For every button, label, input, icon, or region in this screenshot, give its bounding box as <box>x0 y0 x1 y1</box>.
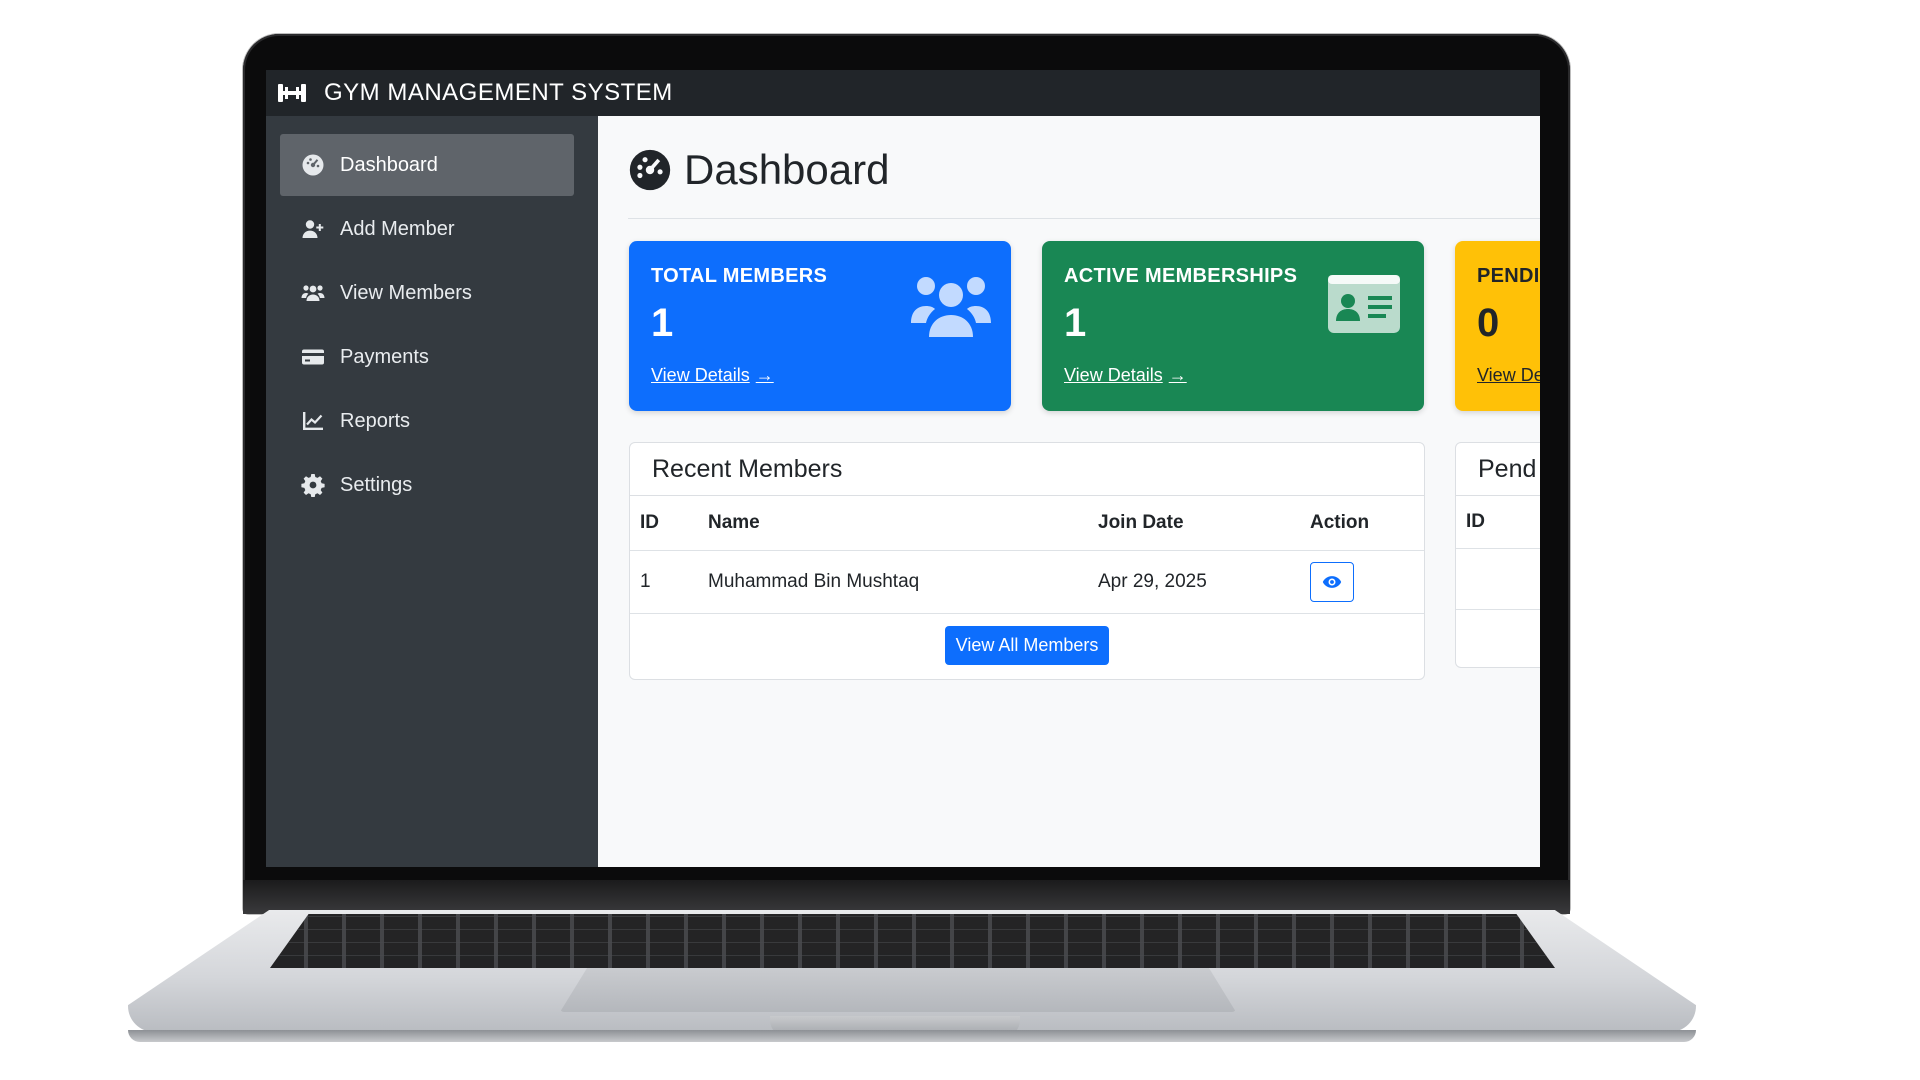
card-value: 1 <box>1064 301 1087 345</box>
card-total-members: TOTAL MEMBERS 1 View Details → <box>629 241 1011 411</box>
table-row <box>1456 549 1540 610</box>
dashboard-gauge-icon <box>629 149 671 191</box>
eye-icon <box>1322 576 1342 588</box>
column-header-id: ID <box>630 496 707 551</box>
arrow-right-icon: → <box>1168 365 1187 385</box>
users-icon <box>911 277 991 337</box>
card-active-memberships: ACTIVE MEMBERSHIPS 1 View Details → <box>1042 241 1424 411</box>
column-header-join-date: Join Date <box>1097 496 1309 551</box>
laptop-hinge <box>243 880 1570 914</box>
member-join-date: Apr 29, 2025 <box>1097 550 1309 614</box>
column-header-action: Action <box>1309 496 1424 551</box>
column-header-id: ID <box>1456 496 1540 549</box>
sidebar-item-label: Payments <box>340 345 429 368</box>
sidebar-item-add-member[interactable]: Add Member <box>280 198 574 260</box>
view-details-link[interactable]: View Details → <box>1064 365 1187 386</box>
page-title-text: Dashboard <box>684 146 890 193</box>
link-label: View Details <box>1064 365 1163 385</box>
link-label: View De <box>1477 365 1540 385</box>
member-id: 1 <box>630 550 707 614</box>
users-icon <box>300 280 326 306</box>
sidebar-item-label: Settings <box>340 473 413 496</box>
panel-title: Recent Members <box>630 443 1424 496</box>
dashboard-gauge-icon <box>300 152 326 178</box>
sidebar: Dashboard Add Member View Members Paymen… <box>266 116 598 867</box>
card-label: TOTAL MEMBERS <box>651 265 828 287</box>
card-label: PENDI <box>1477 265 1540 287</box>
recent-members-panel: Recent Members ID Name Join Date Action … <box>629 442 1425 680</box>
view-details-link[interactable]: View De <box>1477 365 1540 386</box>
dumbbell-icon <box>276 83 308 103</box>
trackpad <box>560 968 1236 1012</box>
sidebar-item-view-members[interactable]: View Members <box>280 262 574 324</box>
brand-title[interactable]: GYM MANAGEMENT SYSTEM <box>324 79 673 107</box>
title-divider <box>628 218 1540 219</box>
sidebar-item-label: Dashboard <box>340 153 438 176</box>
card-value: 1 <box>651 301 674 345</box>
keyboard-rows <box>270 914 1555 968</box>
link-label: View Details <box>651 365 750 385</box>
view-all-container: View All Members <box>630 614 1424 665</box>
page-title: Dashboard <box>628 146 889 194</box>
pending-panel: Pend ID <box>1455 442 1540 668</box>
sidebar-item-dashboard[interactable]: Dashboard <box>280 134 574 196</box>
card-pending: PENDI 0 View De <box>1455 241 1540 411</box>
gear-icon <box>300 472 326 498</box>
card-value: 0 <box>1477 301 1500 345</box>
main-content: Dashboard TOTAL MEMBERS 1 View Details →… <box>598 116 1540 867</box>
column-header-name: Name <box>707 496 1097 551</box>
table-header-row: ID Name Join Date Action <box>630 496 1424 551</box>
laptop-base-edge <box>128 1030 1696 1042</box>
view-details-link[interactable]: View Details → <box>651 365 774 386</box>
sidebar-item-label: View Members <box>340 281 472 304</box>
card-label: ACTIVE MEMBERSHIPS <box>1064 265 1298 287</box>
line-chart-icon <box>300 408 326 434</box>
sidebar-item-label: Add Member <box>340 217 455 240</box>
table-row: 1 Muhammad Bin Mushtaq Apr 29, 2025 <box>630 550 1424 614</box>
sidebar-item-reports[interactable]: Reports <box>280 390 574 452</box>
user-plus-icon <box>300 216 326 242</box>
laptop-screen: GYM MANAGEMENT SYSTEM Dashboard Add Memb… <box>266 70 1540 867</box>
arrow-right-icon: → <box>755 365 774 385</box>
member-name: Muhammad Bin Mushtaq <box>707 550 1097 614</box>
members-table: ID Name Join Date Action 1 Muhammad Bin … <box>630 496 1424 614</box>
top-navbar: GYM MANAGEMENT SYSTEM <box>266 70 1540 116</box>
sidebar-item-label: Reports <box>340 409 411 432</box>
credit-card-icon <box>300 344 326 370</box>
id-card-icon <box>1328 275 1400 333</box>
member-action <box>1309 550 1424 614</box>
view-all-members-button[interactable]: View All Members <box>944 626 1110 665</box>
view-member-button[interactable] <box>1310 562 1354 602</box>
panel-title: Pend <box>1456 443 1540 496</box>
sidebar-item-payments[interactable]: Payments <box>280 326 574 388</box>
sidebar-item-settings[interactable]: Settings <box>280 454 574 516</box>
